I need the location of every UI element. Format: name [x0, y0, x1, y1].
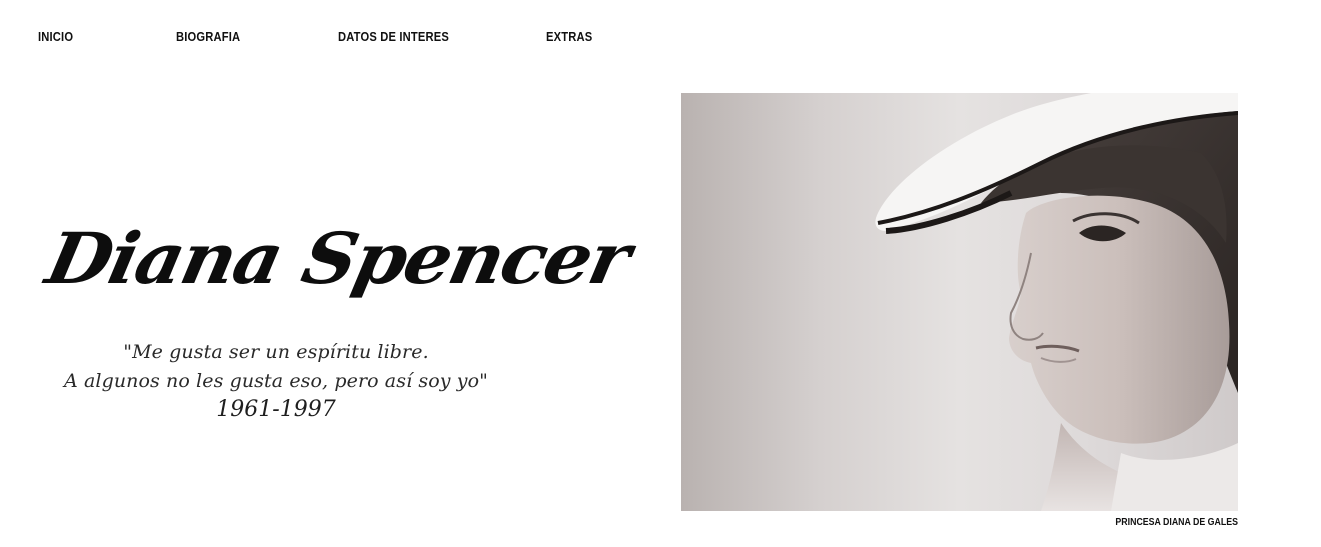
photo-caption: PRINCESA DIANA DE GALES — [1115, 517, 1238, 528]
portrait-photo — [681, 93, 1238, 511]
quote-line-1: "Me gusta ser un espíritu libre. — [123, 341, 429, 363]
top-navigation: INICIO BIOGRAFIA DATOS DE INTERES EXTRAS — [0, 0, 700, 76]
portrait-illustration — [875, 93, 1238, 511]
nav-link-datos-de-interes[interactable]: DATOS DE INTERES — [338, 29, 449, 44]
hero-title: Diana Spencer — [39, 218, 636, 300]
quote-line-2: A algunos no les gusta eso, pero así soy… — [64, 370, 488, 392]
life-years: 1961-1997 — [216, 397, 336, 422]
hero-quote: "Me gusta ser un espíritu libre. A algun… — [40, 338, 512, 424]
nav-link-biografia[interactable]: BIOGRAFIA — [176, 29, 240, 44]
nav-link-extras[interactable]: EXTRAS — [546, 29, 592, 44]
nav-link-inicio[interactable]: INICIO — [38, 29, 73, 44]
